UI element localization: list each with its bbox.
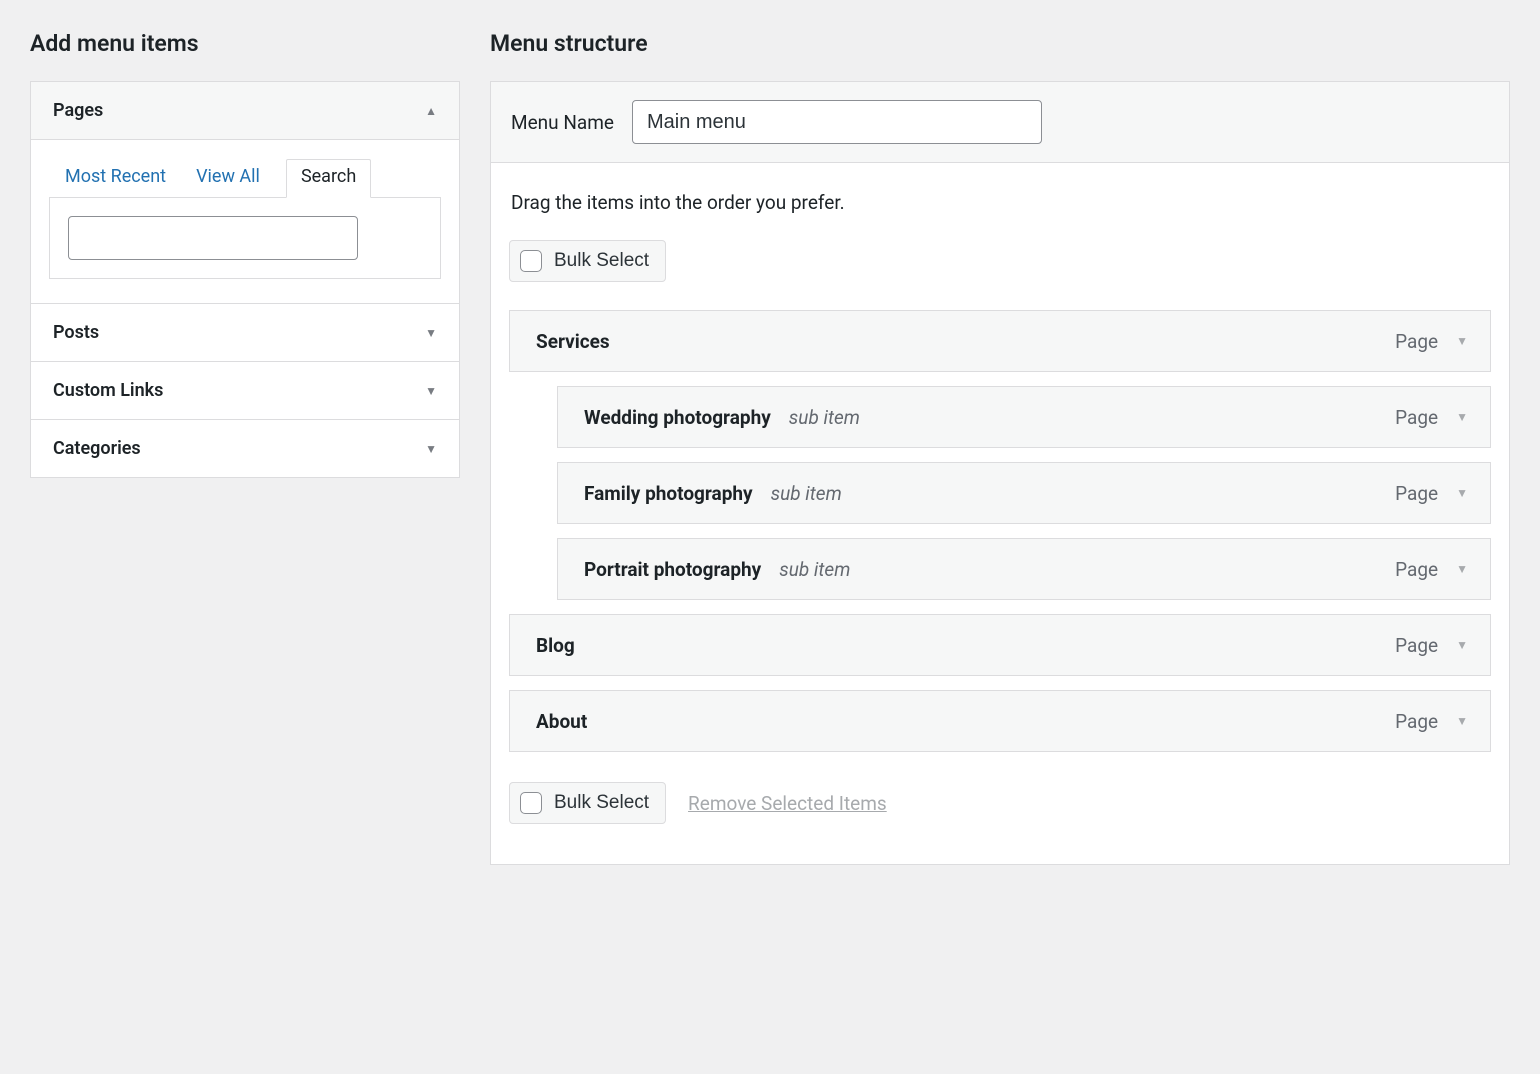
menu-item-type: Page	[1395, 482, 1438, 505]
bulk-select-button-top[interactable]: Bulk Select	[509, 240, 666, 282]
menu-item-title: Services	[536, 330, 610, 353]
accordion-header-categories[interactable]: Categories ▼	[31, 420, 459, 477]
menu-name-label: Menu Name	[511, 111, 614, 134]
tab-most-recent[interactable]: Most Recent	[61, 160, 170, 197]
menu-header: Menu Name	[491, 82, 1509, 163]
accordion-label: Posts	[53, 322, 99, 343]
chevron-down-icon[interactable]: ▼	[1456, 562, 1468, 576]
tab-view-all[interactable]: View All	[192, 160, 264, 197]
menu-item-sub-label: sub item	[789, 406, 860, 429]
menu-item[interactable]: Services Page ▼	[509, 310, 1491, 372]
menu-item-title: Family photography	[584, 482, 753, 505]
drag-instructions: Drag the items into the order you prefer…	[509, 191, 1491, 214]
menu-item-title: Blog	[536, 634, 575, 657]
accordion-body-pages: Most Recent View All Search	[31, 140, 459, 303]
checkbox-icon	[520, 792, 542, 814]
bulk-select-label: Bulk Select	[554, 792, 649, 814]
accordion-header-posts[interactable]: Posts ▼	[31, 304, 459, 361]
chevron-down-icon[interactable]: ▼	[1456, 714, 1468, 728]
chevron-down-icon[interactable]: ▼	[1456, 334, 1468, 348]
chevron-up-icon: ▲	[425, 104, 437, 118]
chevron-down-icon: ▼	[425, 384, 437, 398]
pages-search-input[interactable]	[68, 216, 358, 260]
accordion-header-pages[interactable]: Pages ▲	[31, 82, 459, 140]
bulk-select-button-bottom[interactable]: Bulk Select	[509, 782, 666, 824]
tab-panel-search	[49, 197, 441, 279]
menu-item-type: Page	[1395, 558, 1438, 581]
menu-item-title: Portrait photography	[584, 558, 761, 581]
menu-item-type: Page	[1395, 406, 1438, 429]
menu-item[interactable]: About Page ▼	[509, 690, 1491, 752]
menu-name-input[interactable]	[632, 100, 1042, 144]
menu-item-title: About	[536, 710, 587, 733]
add-items-accordion: Pages ▲ Most Recent View All Search	[30, 81, 460, 478]
menu-items-list: Services Page ▼ Wedding photography sub item…	[509, 310, 1491, 752]
menu-item[interactable]: Blog Page ▼	[509, 614, 1491, 676]
tab-search[interactable]: Search	[286, 159, 371, 198]
remove-selected-link[interactable]: Remove Selected Items	[688, 792, 887, 815]
accordion-label: Pages	[53, 100, 103, 121]
chevron-down-icon: ▼	[425, 326, 437, 340]
chevron-down-icon[interactable]: ▼	[1456, 638, 1468, 652]
accordion-header-custom-links[interactable]: Custom Links ▼	[31, 362, 459, 419]
menu-item[interactable]: Wedding photography sub item Page ▼	[557, 386, 1491, 448]
bulk-select-label: Bulk Select	[554, 250, 649, 272]
accordion-label: Categories	[53, 438, 141, 459]
menu-item-sub-label: sub item	[779, 558, 850, 581]
chevron-down-icon[interactable]: ▼	[1456, 486, 1468, 500]
chevron-down-icon[interactable]: ▼	[1456, 410, 1468, 424]
chevron-down-icon: ▼	[425, 442, 437, 456]
menu-item-title: Wedding photography	[584, 406, 771, 429]
menu-item[interactable]: Family photography sub item Page ▼	[557, 462, 1491, 524]
menu-structure-heading: Menu structure	[490, 30, 1510, 57]
menu-item-type: Page	[1395, 634, 1438, 657]
accordion-label: Custom Links	[53, 380, 163, 401]
menu-item-type: Page	[1395, 710, 1438, 733]
menu-item-type: Page	[1395, 330, 1438, 353]
add-menu-items-heading: Add menu items	[30, 30, 460, 57]
menu-structure-panel: Menu Name Drag the items into the order …	[490, 81, 1510, 865]
menu-item[interactable]: Portrait photography sub item Page ▼	[557, 538, 1491, 600]
menu-item-sub-label: sub item	[771, 482, 842, 505]
checkbox-icon	[520, 250, 542, 272]
